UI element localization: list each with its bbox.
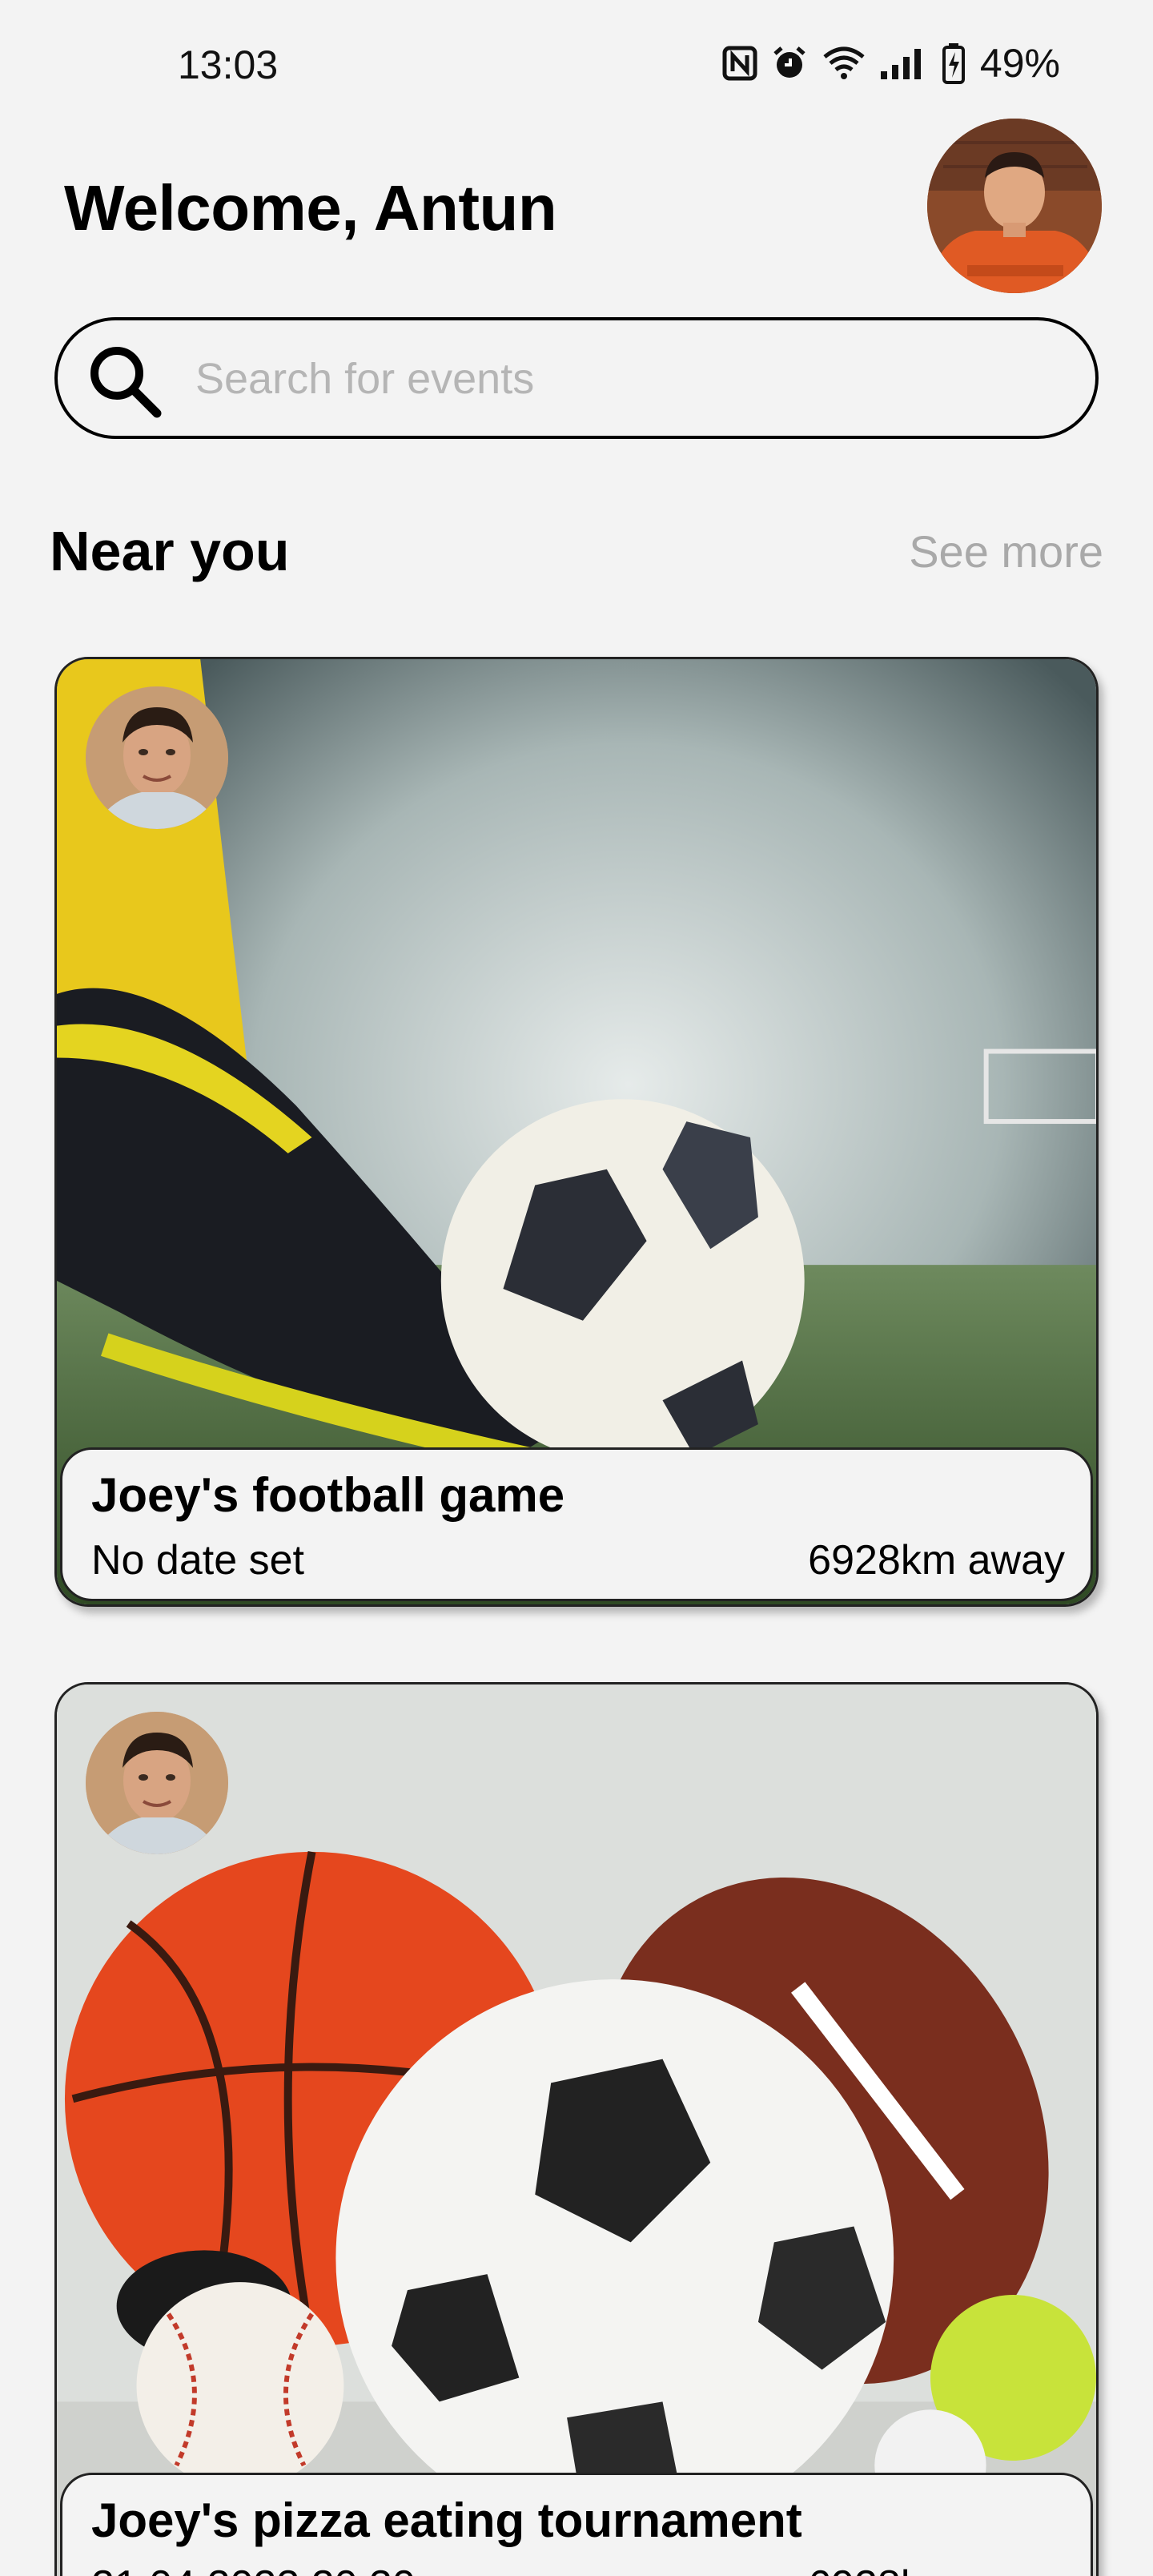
event-distance: 6928km away [808, 2562, 1065, 2576]
event-info: Joey's football game No date set 6928km … [60, 1447, 1093, 1601]
signal-icon [879, 46, 929, 81]
event-title: Joey's pizza eating tournament [91, 2493, 802, 2547]
section-title-near-you: Near you [50, 520, 290, 582]
host-avatar [86, 1712, 228, 1854]
event-card[interactable]: Joey's football game No date set 6928km … [54, 657, 1099, 1607]
wifi-icon [822, 46, 866, 81]
event-info: Joey's pizza eating tournament 21.04.202… [60, 2473, 1093, 2576]
welcome-title: Welcome, Antun [64, 172, 557, 244]
host-avatar [86, 686, 228, 829]
alarm-icon [770, 44, 809, 83]
event-distance: 6928km away [808, 1537, 1065, 1584]
search-icon [85, 341, 165, 425]
search-placeholder: Search for events [195, 355, 535, 403]
event-title: Joey's football game [91, 1468, 565, 1522]
event-date: No date set [91, 1537, 304, 1584]
nfc-icon [722, 46, 757, 81]
see-more-link[interactable]: See more [909, 525, 1103, 578]
event-date: 21.04.2023 20:30 [91, 2562, 416, 2576]
status-icons: 49% [722, 40, 1060, 87]
user-avatar[interactable] [927, 119, 1102, 293]
search-input[interactable]: Search for events [54, 317, 1099, 439]
status-bar: 13:03 49% [0, 0, 1153, 136]
battery-charging-icon [942, 42, 966, 84]
battery-percent: 49% [979, 41, 1060, 86]
status-time: 13:03 [178, 42, 279, 87]
event-card[interactable]: Joey's pizza eating tournament 21.04.202… [54, 1682, 1099, 2576]
